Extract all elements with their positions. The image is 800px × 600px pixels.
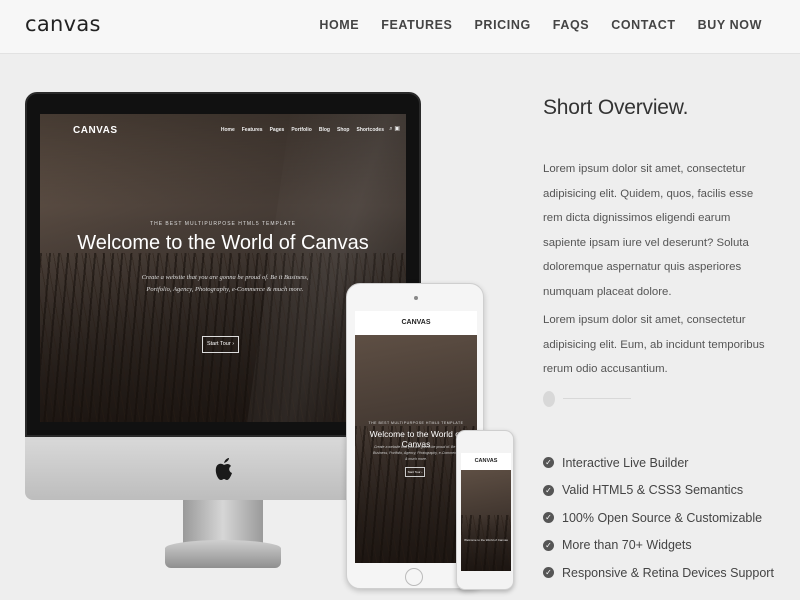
tablet-logo: CANVAS — [401, 319, 431, 326]
check-circle-icon: ✓ — [543, 567, 554, 579]
apple-logo-icon — [215, 458, 232, 480]
screen-menu-item: Portfolio — [291, 127, 312, 133]
monitor-stand-neck — [183, 500, 263, 544]
screen-start-tour-button: Start Tour › — [202, 336, 239, 353]
screen-menu-item: Features — [241, 127, 263, 133]
nav-features[interactable]: FEATURES — [381, 18, 452, 32]
site-header: canvas HOME FEATURES PRICING FAQS CONTAC… — [0, 0, 800, 54]
feature-item: ✓ More than 70+ Widgets — [543, 532, 774, 560]
divider-dot — [543, 391, 555, 407]
feature-label: 100% Open Source & Customizable — [562, 510, 763, 525]
feature-item: ✓ Valid HTML5 & CSS3 Semantics — [543, 477, 774, 505]
check-circle-icon: ✓ — [543, 512, 554, 524]
feature-item: ✓ 100% Open Source & Customizable — [543, 504, 774, 532]
check-circle-icon: ✓ — [543, 484, 554, 496]
feature-label: Interactive Live Builder — [562, 455, 689, 470]
feature-list: ✓ Interactive Live Builder ✓ Valid HTML5… — [543, 449, 774, 587]
phone-title: Welcome to the World of Canvas — [464, 538, 508, 542]
feature-label: Responsive & Retina Devices Support — [562, 565, 774, 580]
tablet-subtitle: THE BEST MULTIPURPOSE HTML5 TEMPLATE — [368, 421, 464, 425]
tablet-home-button — [405, 568, 423, 586]
feature-label: More than 70+ Widgets — [562, 538, 692, 553]
screen-menu: Home Features Pages Portfolio Blog Shop … — [214, 127, 384, 133]
tablet-start-tour-button: Start Tour › — [405, 467, 425, 477]
screen-title: Welcome to the World of Canvas — [77, 232, 369, 254]
screen-menu-item: Shop — [336, 127, 350, 133]
tablet-description: Create a website that you are gonna be p… — [373, 445, 459, 461]
overview-paragraph-1: Lorem ipsum dolor sit amet, consectetur … — [543, 163, 754, 298]
nav-pricing[interactable]: PRICING — [475, 18, 531, 32]
screen-navbar: CANVAS Home Features Pages Portfolio Blo… — [40, 114, 406, 146]
monitor-stand-base — [165, 540, 281, 568]
check-circle-icon: ✓ — [543, 457, 554, 469]
screen-description: Create a website that you are gonna be p… — [141, 274, 309, 293]
feature-item: ✓ Responsive & Retina Devices Support — [543, 559, 774, 587]
screen-icons: ⌕ ▣ — [389, 125, 400, 133]
screen-logo: CANVAS — [73, 125, 118, 136]
overview-paragraph-2: Lorem ipsum dolor sit amet, consectetur … — [543, 314, 765, 375]
screen-menu-item: Blog — [318, 127, 330, 133]
check-circle-icon: ✓ — [543, 539, 554, 551]
phone-logo: CANVAS — [474, 458, 498, 464]
feature-item: ✓ Interactive Live Builder — [543, 449, 774, 477]
screen-menu-item: Shortcodes — [356, 127, 384, 133]
phone-hero — [461, 470, 511, 571]
screen-menu-item: Pages — [269, 127, 285, 133]
nav-home[interactable]: HOME — [319, 18, 359, 32]
grass-background — [461, 515, 511, 571]
tablet-camera — [414, 296, 418, 300]
search-icon: ⌕ — [389, 126, 393, 132]
cart-icon: ▣ — [394, 126, 400, 132]
feature-label: Valid HTML5 & CSS3 Semantics — [562, 483, 744, 498]
nav-contact[interactable]: CONTACT — [611, 18, 675, 32]
section-divider — [543, 391, 643, 409]
tablet-navbar: CANVAS — [355, 311, 477, 335]
site-logo[interactable]: canvas — [25, 12, 101, 36]
screen-subtitle: THE BEST MULTIPURPOSE HTML5 TEMPLATE — [150, 221, 296, 227]
screen-menu-item: Home — [220, 127, 235, 133]
iphone-mockup: CANVAS Welcome to the World of Canvas — [456, 430, 514, 590]
divider-line — [563, 398, 631, 399]
main-nav: HOME FEATURES PRICING FAQS CONTACT BUY N… — [297, 18, 762, 32]
overview-title: Short Overview. — [543, 96, 689, 119]
phone-screen: CANVAS Welcome to the World of Canvas — [461, 453, 511, 571]
nav-buy-now[interactable]: BUY NOW — [698, 18, 762, 32]
nav-faqs[interactable]: FAQS — [553, 18, 589, 32]
